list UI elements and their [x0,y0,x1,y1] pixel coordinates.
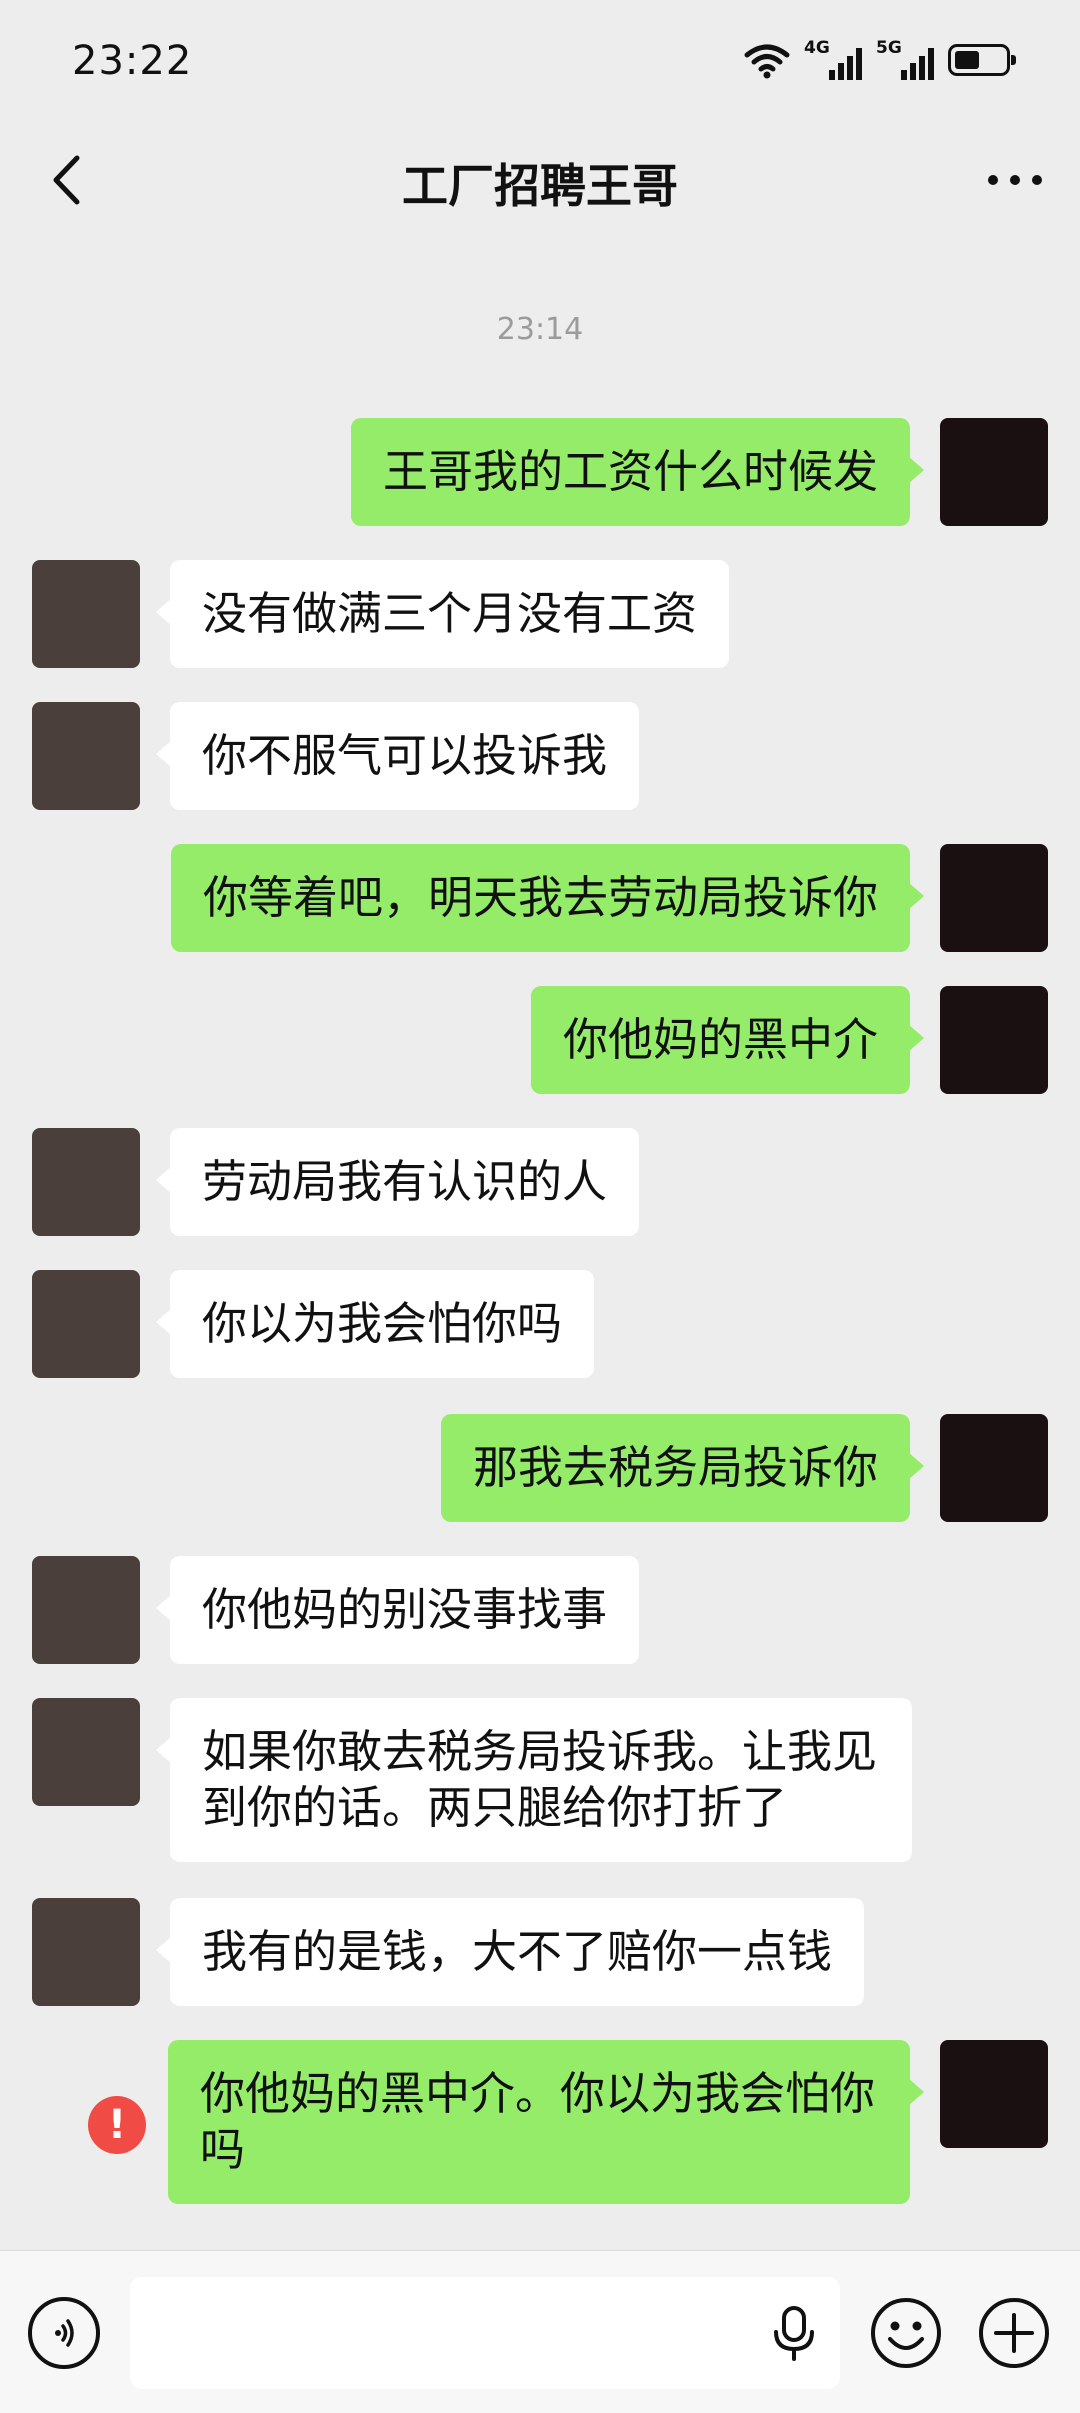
contact-avatar[interactable] [32,1270,140,1378]
message-bubble-received[interactable]: 劳动局我有认识的人 [155,1128,640,1236]
more-options-button[interactable] [980,150,1050,210]
message-bubble-received[interactable]: 你不服气可以投诉我 [155,702,640,810]
contact-avatar[interactable] [32,1128,140,1236]
message-list[interactable]: 23:14 王哥我的工资什么时候发 没有做满三个月没有工资 你不服气可以投诉我 … [0,300,1080,2250]
status-icons: 4G 5G [744,38,1016,80]
more-features-button[interactable] [978,2297,1050,2369]
chat-header: 工厂招聘王哥 [0,130,1080,230]
message-bubble-sent[interactable]: 王哥我的工资什么时候发 [350,418,925,526]
chat-title: 工厂招聘王哥 [402,159,678,213]
send-failed-icon[interactable]: ! [88,2096,146,2154]
message-bubble-sent[interactable]: 你等着吧，明天我去劳动局投诉你 [170,844,925,952]
network-type-label: 4G [804,38,830,58]
contact-avatar[interactable] [32,702,140,810]
message-bubble-received[interactable]: 如果你敢去税务局投诉我。让我见到你的话。两只腿给你打折了 [156,1698,912,1862]
voice-mode-button[interactable] [28,2297,100,2369]
contact-avatar[interactable] [32,1698,140,1806]
message-bubble-received[interactable]: 我有的是钱，大不了赔你一点钱 [155,1898,865,2006]
my-avatar[interactable] [940,844,1048,952]
message-input[interactable] [130,2277,840,2389]
my-avatar[interactable] [940,986,1048,1094]
contact-avatar[interactable] [32,560,140,668]
message-bubble-received[interactable]: 没有做满三个月没有工资 [155,560,730,668]
wifi-icon [744,44,790,79]
message-bubble-sent[interactable]: 那我去税务局投诉你 [440,1414,925,1522]
voice-icon [55,2319,74,2347]
message-bubble-received[interactable]: 你他妈的别没事找事 [155,1556,640,1664]
my-avatar[interactable] [940,2040,1048,2148]
network-type-label: 5G [876,38,902,58]
battery-icon [948,44,1016,76]
message-bubble-sent[interactable]: 你他妈的黑中介。你以为我会怕你吗 [168,2040,924,2204]
more-icon [988,175,1042,185]
status-bar: 23:22 4G 5G [0,0,1080,130]
message-bubble-sent[interactable]: 你他妈的黑中介 [530,986,925,1094]
input-bar [0,2250,1080,2413]
contact-avatar[interactable] [32,1556,140,1664]
emoji-button[interactable] [870,2297,942,2369]
signal-4g-icon: 4G [804,38,862,80]
my-avatar[interactable] [940,418,1048,526]
message-timestamp: 23:14 [496,312,584,347]
message-bubble-received[interactable]: 你以为我会怕你吗 [155,1270,595,1378]
microphone-icon[interactable] [768,2305,820,2363]
contact-avatar[interactable] [32,1898,140,2006]
my-avatar[interactable] [940,1414,1048,1522]
status-time: 23:22 [72,38,193,84]
signal-5g-icon: 5G [876,38,934,80]
